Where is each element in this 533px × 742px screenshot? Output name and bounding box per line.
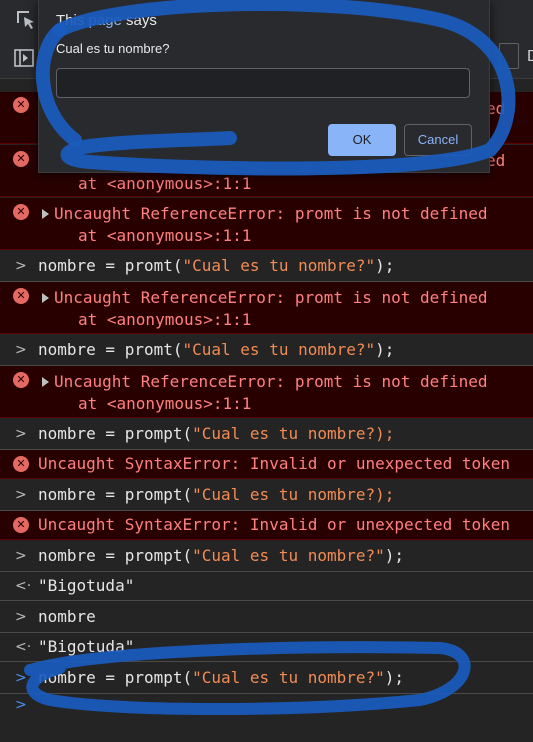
dialog-text-input[interactable]	[56, 68, 470, 98]
result-value[interactable]: "Bigotuda"	[38, 636, 134, 658]
error-circle-icon: ✕	[13, 288, 29, 304]
console-result-line: <· "Bigotuda"	[0, 572, 533, 601]
input-code[interactable]: nombre = prompt("Cual es tu nombre?");	[38, 545, 404, 567]
console-syntax-error-message: ✕ Uncaught SyntaxError: Invalid or unexpe…	[0, 450, 533, 479]
chevron-right-icon: >	[15, 258, 27, 274]
result-arrow-icon: <·	[15, 578, 32, 594]
error-location[interactable]: at <anonymous>:1:1	[78, 225, 251, 247]
chevron-right-icon: >	[15, 548, 27, 564]
chevron-right-icon: >	[15, 670, 27, 686]
chevron-right-icon: >	[15, 697, 27, 713]
error-text: Uncaught ReferenceError: promt is not de…	[54, 204, 488, 223]
dialog-title: This page says	[56, 12, 157, 29]
console-input-line: > nombre = prompt("Cual es tu nombre?);	[0, 418, 533, 450]
error-text: Uncaught ReferenceError: promt is not de…	[54, 288, 488, 307]
console-error-message: ✕ Uncaught ReferenceError: promt is not d…	[0, 198, 533, 250]
chevron-right-icon: >	[15, 609, 27, 625]
inspect-element-icon[interactable]	[14, 8, 38, 32]
error-location[interactable]: at <anonymous>:1:1	[78, 309, 251, 331]
console-input-line: > nombre = promt("Cual es tu nombre?");	[0, 334, 533, 366]
error-text: Uncaught ReferenceError: promt is not de…	[54, 372, 488, 391]
input-code[interactable]: nombre = prompt("Cual es tu nombre?);	[38, 423, 394, 445]
error-circle-icon: ✕	[13, 204, 29, 220]
console-error-message: ✕ Uncaught ReferenceError: promt is not d…	[0, 366, 533, 418]
error-location[interactable]: at <anonymous>:1:1	[78, 173, 251, 195]
console-result-line: <· "Bigotuda"	[0, 633, 533, 662]
console-input-line: > nombre = prompt("Cual es tu nombre?");	[0, 662, 533, 694]
chevron-right-icon: >	[15, 426, 27, 442]
expand-triangle-icon[interactable]	[42, 293, 49, 303]
prompt-dialog: This page says Cual es tu nombre? OK Can…	[38, 0, 490, 173]
input-code[interactable]: nombre = promt("Cual es tu nombre?");	[38, 255, 394, 277]
chevron-right-icon: >	[15, 487, 27, 503]
input-code[interactable]: nombre = promt("Cual es tu nombre?");	[38, 339, 394, 361]
cancel-button[interactable]: Cancel	[404, 124, 472, 156]
input-code[interactable]: nombre = prompt("Cual es tu nombre?);	[38, 484, 394, 506]
dialog-title-page-link: page	[88, 12, 122, 29]
error-circle-icon: ✕	[13, 97, 29, 113]
ok-button[interactable]: OK	[328, 124, 396, 156]
input-code[interactable]: nombre = prompt("Cual es tu nombre?");	[38, 667, 404, 689]
expand-triangle-icon[interactable]	[42, 377, 49, 387]
error-circle-icon: ✕	[13, 517, 29, 533]
dialog-message: Cual es tu nombre?	[56, 41, 170, 56]
result-value[interactable]: "Bigotuda"	[38, 575, 134, 597]
toolbar-right-button[interactable]	[499, 43, 519, 69]
console-error-message: ✕ Uncaught ReferenceError: promt is not d…	[0, 282, 533, 334]
error-circle-icon: ✕	[13, 151, 29, 167]
expand-triangle-icon[interactable]	[42, 209, 49, 219]
console-input-line: > nombre = prompt("Cual es tu nombre?");	[0, 540, 533, 572]
error-location[interactable]: at <anonymous>:1:1	[78, 393, 251, 415]
console-input-line: > nombre = promt("Cual es tu nombre?");	[0, 250, 533, 282]
console-syntax-error-message: ✕ Uncaught SyntaxError: Invalid or unexpe…	[0, 511, 533, 540]
input-code[interactable]: nombre	[38, 606, 96, 628]
console-prompt-line[interactable]: >	[0, 694, 533, 742]
error-circle-icon: ✕	[13, 372, 29, 388]
result-arrow-icon: <·	[15, 639, 32, 655]
chevron-right-icon: >	[15, 342, 27, 358]
toggle-drawer-icon[interactable]	[13, 47, 35, 69]
console-input-line: > nombre	[0, 601, 533, 633]
error-text: Uncaught SyntaxError: Invalid or unexpec…	[38, 454, 511, 473]
truncated-toolbar-text: D	[527, 48, 533, 65]
console-input-line: > nombre = prompt("Cual es tu nombre?);	[0, 479, 533, 511]
error-text: Uncaught SyntaxError: Invalid or unexpec…	[38, 515, 511, 534]
error-circle-icon: ✕	[13, 456, 29, 472]
